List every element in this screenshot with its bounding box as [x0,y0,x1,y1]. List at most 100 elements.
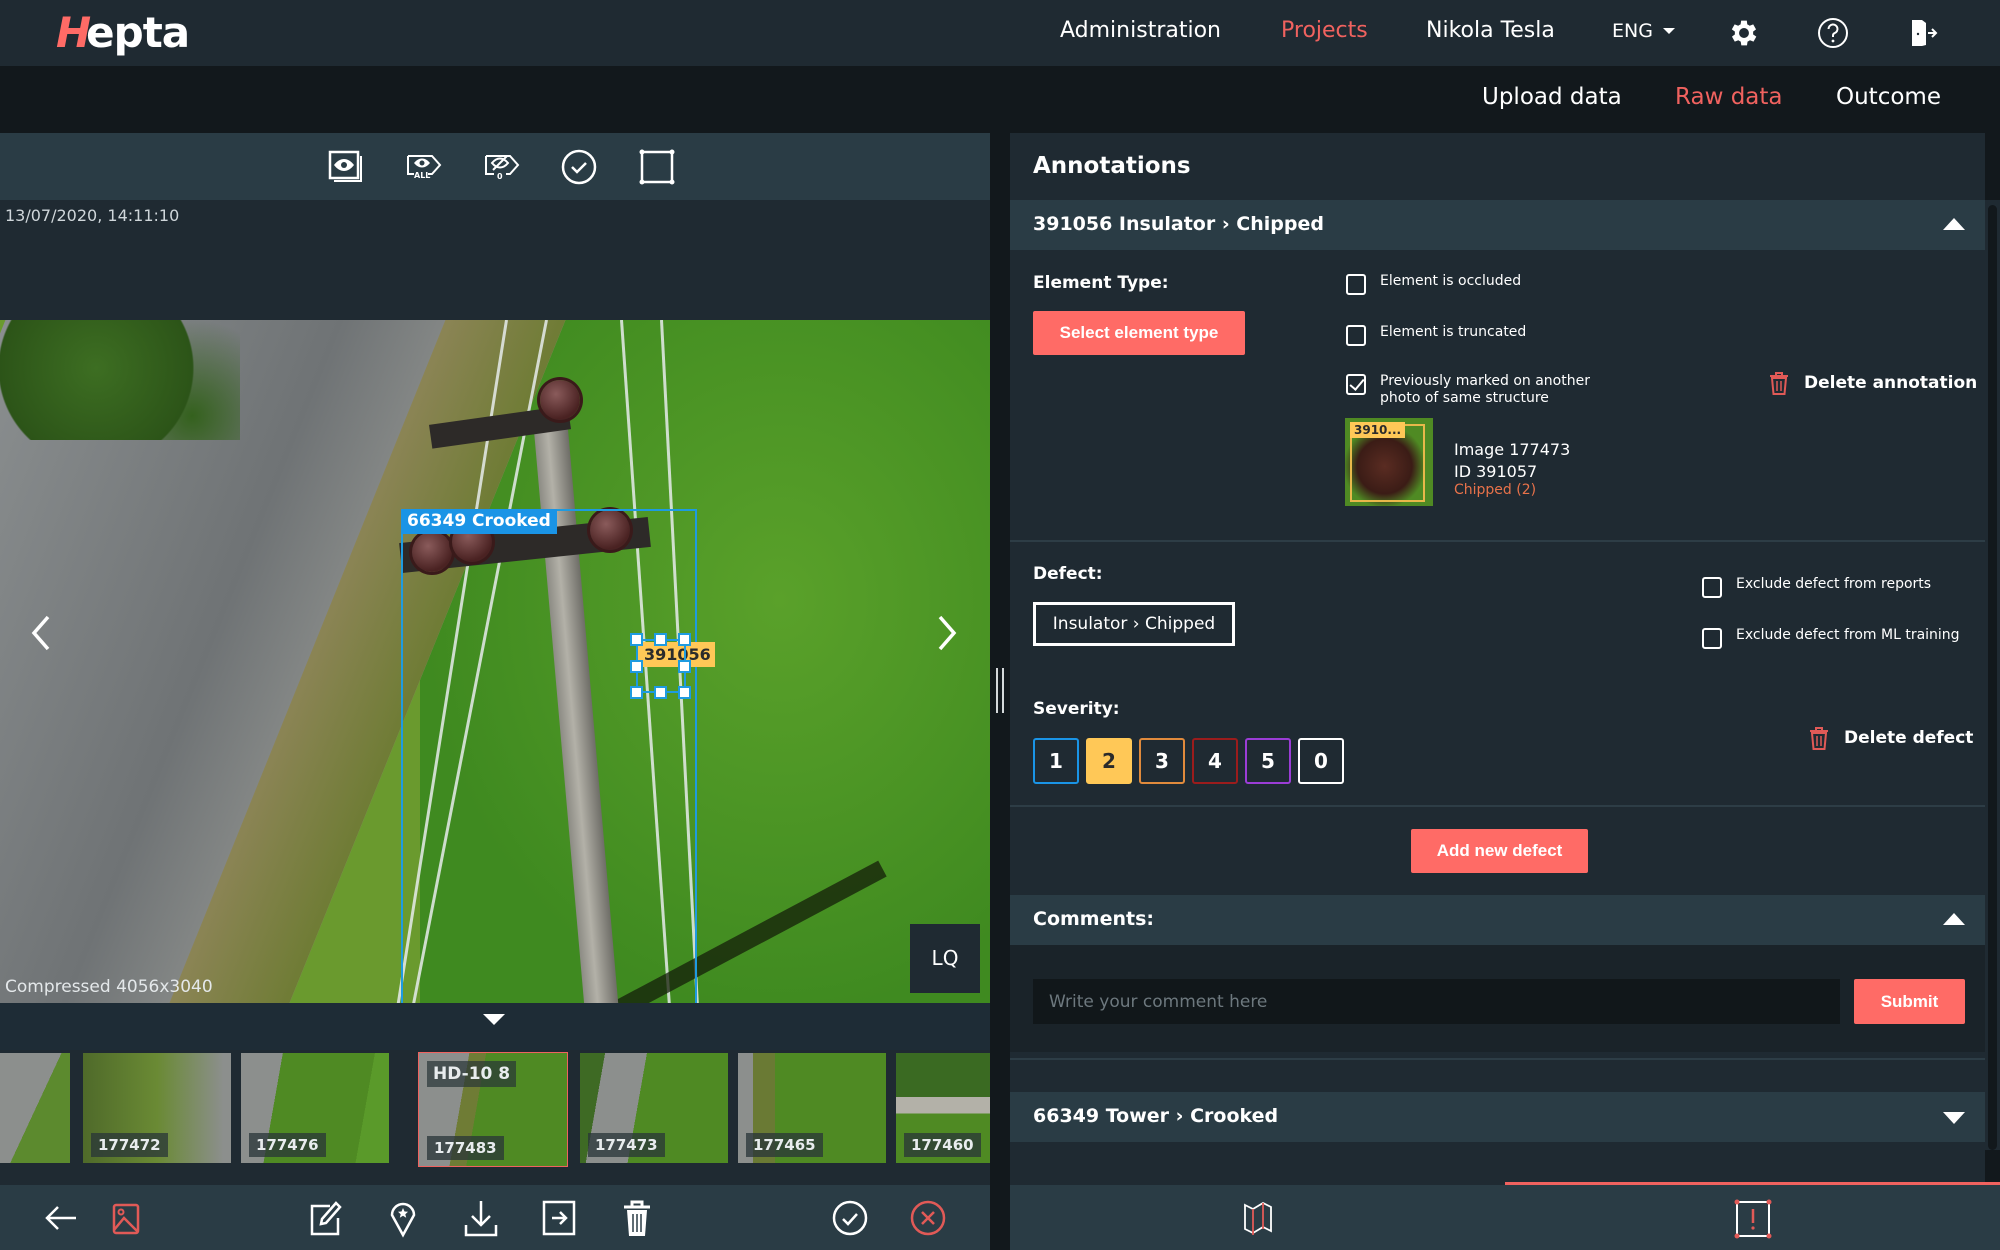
chevron-down-icon [1662,28,1675,34]
severity-option-2[interactable]: 2 [1086,738,1132,784]
annotation-label-tower[interactable]: 66349 Crooked [401,509,557,534]
checkbox-exclude-ml[interactable]: Exclude defect from ML training [1702,627,1960,649]
severity-option-5[interactable]: 5 [1245,738,1291,784]
thumbnail-tag: HD-10 8 [427,1061,517,1087]
caret-down-icon[interactable] [483,1014,505,1025]
export-icon[interactable] [540,1198,578,1238]
approve-circle-icon[interactable] [831,1198,869,1238]
checkbox[interactable] [1702,577,1722,598]
comments-header[interactable]: Comments: [1010,895,1985,945]
checkbox-checked[interactable] [1346,374,1366,395]
tab-outcome[interactable]: Outcome [1836,84,1941,110]
language-dropdown[interactable]: ENG [1612,20,1675,42]
annotation-header-66349[interactable]: 66349 Tower › Crooked [1010,1092,1985,1142]
thumbnail[interactable]: 177460 [896,1053,990,1163]
resize-handle[interactable] [630,686,643,699]
nav-projects[interactable]: Projects [1281,18,1368,43]
resize-handle[interactable] [630,660,643,673]
logout-icon[interactable] [1906,16,1940,50]
tab-map[interactable] [1010,1185,1505,1250]
previous-mark-defect: Chipped (2) [1454,482,1537,498]
delete-annotation-button[interactable]: Delete annotation [1768,371,1977,395]
delete-defect-button[interactable]: Delete defect [1808,726,1973,750]
thumbnail[interactable]: 177476 [241,1053,389,1163]
annotation-header-391056[interactable]: 391056 Insulator › Chipped [1010,200,1985,250]
scrollbar-thumb[interactable] [1988,205,1997,1150]
checkbox-label: Previously marked on another photo of sa… [1380,373,1590,406]
edit-icon[interactable] [306,1198,344,1238]
gear-icon[interactable] [1727,16,1761,50]
annotation-box-tower[interactable] [401,509,697,1003]
image-actions-toolbar [0,1185,990,1250]
resize-handle[interactable] [678,633,691,646]
previous-image-button[interactable] [20,603,60,663]
image-viewer-panel: ALL 0 13/07/2020, 14:11:10 66349 Crooked [0,133,990,1250]
checkbox[interactable] [1346,325,1366,346]
defect-box-icon [1734,1199,1771,1239]
image-icon[interactable] [106,1198,144,1238]
aerial-photo[interactable]: 66349 Crooked 391056 [0,320,990,1003]
checkbox-occluded[interactable]: Element is occluded [1346,273,1521,295]
nav-administration[interactable]: Administration [1060,18,1221,43]
photo-trees [0,320,240,440]
checkbox-exclude-reports[interactable]: Exclude defect from reports [1702,576,1931,598]
severity-option-3[interactable]: 3 [1139,738,1185,784]
location-pin-icon[interactable] [384,1198,422,1238]
help-icon[interactable] [1816,16,1850,50]
resize-handle[interactable] [654,633,667,646]
checkbox-label: Element is occluded [1380,273,1522,289]
tab-defects[interactable] [1505,1185,2000,1250]
next-image-button[interactable] [928,603,968,663]
thumbnail-selected[interactable]: HD-10 8 177483 [418,1052,568,1167]
hepta-logo[interactable]: Hepta [56,6,190,58]
trash-icon[interactable] [618,1198,656,1238]
show-image-icon[interactable] [326,148,364,186]
download-icon[interactable] [462,1198,500,1238]
thumbnail-id: 177476 [249,1133,326,1157]
tab-upload-data[interactable]: Upload data [1482,84,1622,110]
divider [1010,540,1985,542]
trash-icon [1770,372,1788,395]
panel-splitter[interactable] [990,133,1010,1250]
annotations-panel: Annotations 391056 Insulator › Chipped E… [1010,133,1985,1185]
defect-type-select[interactable]: Insulator › Chipped [1033,602,1235,646]
nav-user-nikola-tesla[interactable]: Nikola Tesla [1426,18,1555,43]
filmstrip: 177472 177476 HD-10 8 177483 177473 1774… [0,1050,990,1185]
back-arrow-icon[interactable] [42,1198,80,1238]
hide-labels-icon[interactable]: 0 [482,148,520,186]
resize-handle[interactable] [678,686,691,699]
severity-option-1[interactable]: 1 [1033,738,1079,784]
checkbox[interactable] [1702,628,1722,649]
resize-handle[interactable] [654,686,667,699]
previous-mark-thumbnail[interactable]: 3910... [1345,418,1433,506]
annotation-header-title: 391056 Insulator › Chipped [1033,213,1324,235]
show-all-labels-icon[interactable]: ALL [404,148,442,186]
checkbox[interactable] [1346,274,1366,295]
resize-handle[interactable] [630,633,643,646]
checkbox-previously-marked[interactable]: Previously marked on another photo of sa… [1346,373,1606,407]
delete-annotation-label: Delete annotation [1804,373,1978,393]
sub-navigation: Upload data Raw data Outcome [0,66,2000,133]
thumbnail[interactable]: 177473 [580,1053,728,1163]
severity-option-4[interactable]: 4 [1192,738,1238,784]
thumbnail[interactable]: 177472 [83,1053,231,1163]
submit-comment-button[interactable]: Submit [1854,979,1965,1024]
delete-defect-label: Delete defect [1844,728,1974,748]
splitter-grip [1002,668,1004,713]
quality-toggle-button[interactable]: LQ [910,924,980,993]
thumbnail[interactable]: 177465 [738,1053,886,1163]
resize-handle[interactable] [678,660,691,673]
thumbnail[interactable] [0,1053,70,1163]
all-badge: ALL [414,171,430,180]
divider [1010,805,1985,807]
tab-raw-data[interactable]: Raw data [1675,84,1783,110]
reject-circle-icon[interactable] [909,1198,947,1238]
severity-option-0[interactable]: 0 [1298,738,1344,784]
comment-input[interactable] [1033,979,1840,1024]
checkbox-truncated[interactable]: Element is truncated [1346,324,1526,346]
draw-box-icon[interactable] [638,148,676,186]
approve-icon[interactable] [560,148,598,186]
select-element-type-button[interactable]: Select element type [1033,311,1245,355]
annotations-scrollbar[interactable] [1985,200,2000,1150]
add-new-defect-button[interactable]: Add new defect [1411,829,1588,873]
